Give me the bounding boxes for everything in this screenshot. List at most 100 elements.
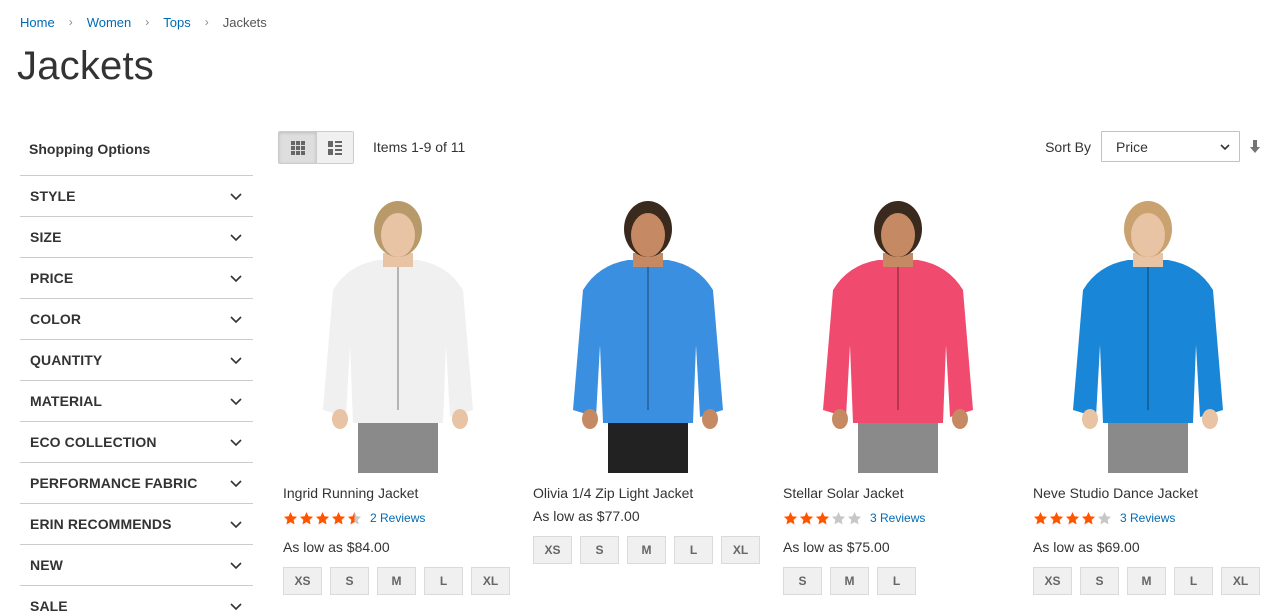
chevron-down-icon: [230, 398, 242, 406]
chevron-down-icon: [230, 316, 242, 324]
toolbar-amount: Items 1-9 of 11: [373, 139, 466, 155]
product-name-link[interactable]: Ingrid Running Jacket: [283, 485, 518, 501]
size-swatch-s[interactable]: S: [783, 567, 822, 595]
arrow-down-icon: [1250, 139, 1260, 153]
product-name-link[interactable]: Olivia 1/4 Zip Light Jacket: [533, 485, 768, 501]
product-card: Neve Studio Dance Jacket 3 Reviews As low …: [1028, 195, 1268, 603]
product-rating: 3 Reviews: [783, 509, 1018, 527]
star-icon: [783, 511, 798, 524]
filter-color[interactable]: COLOR: [20, 299, 253, 340]
size-swatch-s[interactable]: S: [1080, 567, 1119, 595]
product-photo-figure: [1073, 201, 1223, 473]
list-icon: [328, 140, 342, 155]
breadcrumb-women-link[interactable]: Women: [87, 15, 132, 30]
breadcrumb-separator-icon: ›: [68, 14, 73, 29]
filter-label: MATERIAL: [30, 393, 103, 409]
size-swatches: SML: [783, 567, 1023, 603]
sort-by-value: Price: [1116, 138, 1148, 155]
star-icon: [347, 511, 362, 524]
filter-label: COLOR: [30, 311, 82, 327]
size-swatch-xs[interactable]: XS: [1033, 567, 1072, 595]
star-icon: [315, 511, 330, 524]
chevron-down-icon: [230, 193, 242, 201]
filter-label: NEW: [30, 557, 63, 573]
chevron-down-icon: [230, 521, 242, 529]
grid-view-button[interactable]: [279, 132, 316, 163]
product-photo-figure: [323, 201, 473, 473]
star-icon: [331, 511, 346, 524]
filter-sale[interactable]: SALE: [20, 586, 253, 616]
filter-label: PRICE: [30, 270, 74, 286]
filter-list: STYLE SIZE PRICE COLOR QUANTITY MATERIAL ECO C…: [20, 176, 253, 616]
size-swatch-m[interactable]: M: [377, 567, 416, 595]
view-mode-switcher: [278, 131, 354, 164]
reviews-link[interactable]: 3 Reviews: [1120, 511, 1175, 525]
breadcrumb-separator-icon: ›: [145, 14, 150, 29]
product-price: As low as $75.00: [783, 539, 890, 555]
star-icon: [283, 511, 298, 524]
chevron-down-icon: [230, 357, 242, 365]
reviews-link[interactable]: 3 Reviews: [870, 511, 925, 525]
size-swatch-l[interactable]: L: [674, 536, 713, 564]
breadcrumb-tops-link[interactable]: Tops: [163, 15, 190, 30]
sort-by-select[interactable]: Price: [1101, 131, 1240, 162]
size-swatch-m[interactable]: M: [1127, 567, 1166, 595]
chevron-down-icon: [230, 234, 242, 242]
product-price: As low as $84.00: [283, 539, 390, 555]
product-image[interactable]: [778, 195, 1018, 473]
size-swatch-xl[interactable]: XL: [721, 536, 760, 564]
sort-by-label: Sort By: [1045, 138, 1091, 155]
filter-label: SIZE: [30, 229, 62, 245]
product-image[interactable]: [1028, 195, 1268, 473]
sort-direction-button[interactable]: [1242, 139, 1268, 154]
star-icon: [299, 511, 314, 524]
chevron-down-icon: [230, 480, 242, 488]
shopping-options-title: Shopping Options: [20, 130, 253, 176]
reviews-link[interactable]: 2 Reviews: [370, 511, 425, 525]
rating-stars: [283, 511, 363, 526]
product-name-link[interactable]: Neve Studio Dance Jacket: [1033, 485, 1268, 501]
product-name-link[interactable]: Stellar Solar Jacket: [783, 485, 1018, 501]
rating-stars: [783, 511, 863, 526]
size-swatch-xs[interactable]: XS: [533, 536, 572, 564]
filter-quantity[interactable]: QUANTITY: [20, 340, 253, 381]
size-swatch-l[interactable]: L: [424, 567, 463, 595]
product-image[interactable]: [528, 195, 768, 473]
product-rating: 3 Reviews: [1033, 509, 1268, 527]
sorter: Sort By Price: [1045, 131, 1268, 162]
product-card: Stellar Solar Jacket 3 Reviews As low as $…: [778, 195, 1018, 603]
size-swatch-s[interactable]: S: [330, 567, 369, 595]
breadcrumb-home-link[interactable]: Home: [20, 15, 55, 30]
filter-material[interactable]: MATERIAL: [20, 381, 253, 422]
rating-stars: [1033, 511, 1113, 526]
star-icon: [1065, 511, 1080, 524]
page-title: Jackets: [17, 44, 155, 88]
filter-price[interactable]: PRICE: [20, 258, 253, 299]
filter-new[interactable]: NEW: [20, 545, 253, 586]
list-view-button[interactable]: [316, 132, 353, 163]
size-swatch-xl[interactable]: XL: [471, 567, 510, 595]
chevron-down-icon: [230, 275, 242, 283]
chevron-down-icon: [230, 562, 242, 570]
product-price: As low as $77.00: [533, 508, 640, 524]
size-swatches: XS S M L XL: [533, 536, 773, 572]
filter-erin-recommends[interactable]: ERIN RECOMMENDS: [20, 504, 253, 545]
filter-label: QUANTITY: [30, 352, 103, 368]
product-image[interactable]: [278, 195, 518, 473]
size-swatch-l[interactable]: L: [1174, 567, 1213, 595]
size-swatch-s[interactable]: S: [580, 536, 619, 564]
filter-size[interactable]: SIZE: [20, 217, 253, 258]
filter-label: STYLE: [30, 188, 76, 204]
size-swatch-m[interactable]: M: [627, 536, 666, 564]
chevron-down-icon: [230, 439, 242, 447]
size-swatch-m[interactable]: M: [830, 567, 869, 595]
breadcrumb-current: Jackets: [222, 15, 267, 30]
size-swatch-l[interactable]: L: [877, 567, 916, 595]
filter-style[interactable]: STYLE: [20, 176, 253, 217]
filter-performance-fabric[interactable]: PERFORMANCE FABRIC: [20, 463, 253, 504]
size-swatch-xl[interactable]: XL: [1221, 567, 1260, 595]
star-icon: [1097, 511, 1112, 524]
filter-eco-collection[interactable]: ECO COLLECTION: [20, 422, 253, 463]
size-swatch-xs[interactable]: XS: [283, 567, 322, 595]
chevron-down-icon: [1220, 143, 1230, 150]
